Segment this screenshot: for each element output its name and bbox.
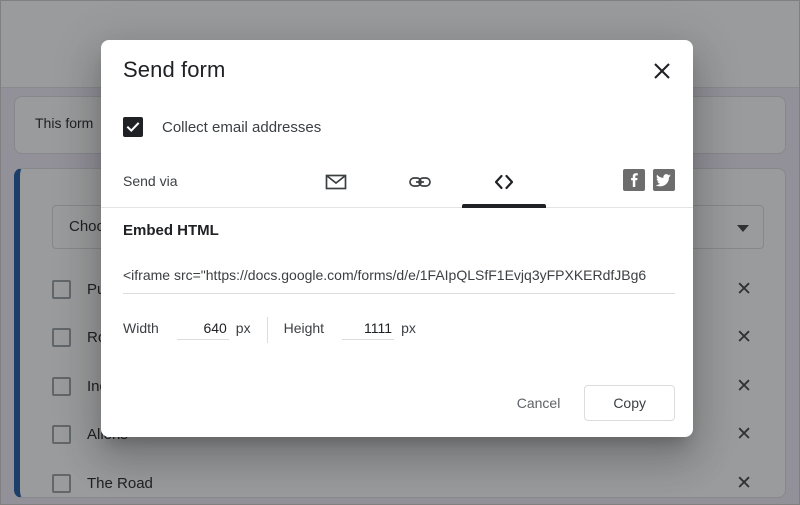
embed-width-input[interactable] [176,320,229,340]
checkmark-icon [126,120,140,134]
close-icon [652,61,672,81]
collect-email-checkbox[interactable] [123,117,143,137]
tab-send-via-link[interactable] [378,155,462,208]
share-twitter-button[interactable] [653,169,675,191]
collect-email-checkbox-row[interactable]: Collect email addresses [123,117,321,137]
tab-send-via-email[interactable] [294,155,378,208]
screen: This form Choose Pursu✕Rocky✕Indep✕Alien… [0,0,800,505]
embed-width-label: Width [123,320,159,336]
embed-height-input[interactable] [342,320,395,340]
close-button[interactable] [645,54,679,88]
send-via-tabbar: Send via [101,155,693,208]
embed-html-input[interactable] [123,262,675,294]
facebook-icon [626,172,642,188]
code-brackets-icon [491,169,517,195]
send-form-dialog: Send form Collect email addresses Send v [101,40,693,437]
social-share-group [623,169,675,191]
dialog-title: Send form [123,57,226,82]
embed-width-group: Width px [123,320,251,340]
embed-width-unit: px [235,320,251,336]
link-icon [407,169,433,195]
embed-dimensions-row: Width px Height px [123,315,416,345]
collect-email-label: Collect email addresses [162,118,322,136]
dimension-divider [266,317,268,343]
twitter-icon [656,172,672,188]
embed-height-unit: px [401,320,416,336]
dialog-actions: Cancel Copy [503,385,675,421]
send-via-label: Send via [123,173,178,189]
embed-height-group: Height px [284,320,416,340]
share-facebook-button[interactable] [623,169,645,191]
embed-height-label: Height [283,320,325,336]
tab-send-via-embed[interactable] [462,155,546,208]
envelope-icon [324,170,348,194]
copy-button[interactable]: Copy [584,385,675,421]
embed-html-heading: Embed HTML [123,222,219,239]
cancel-button[interactable]: Cancel [503,386,575,420]
